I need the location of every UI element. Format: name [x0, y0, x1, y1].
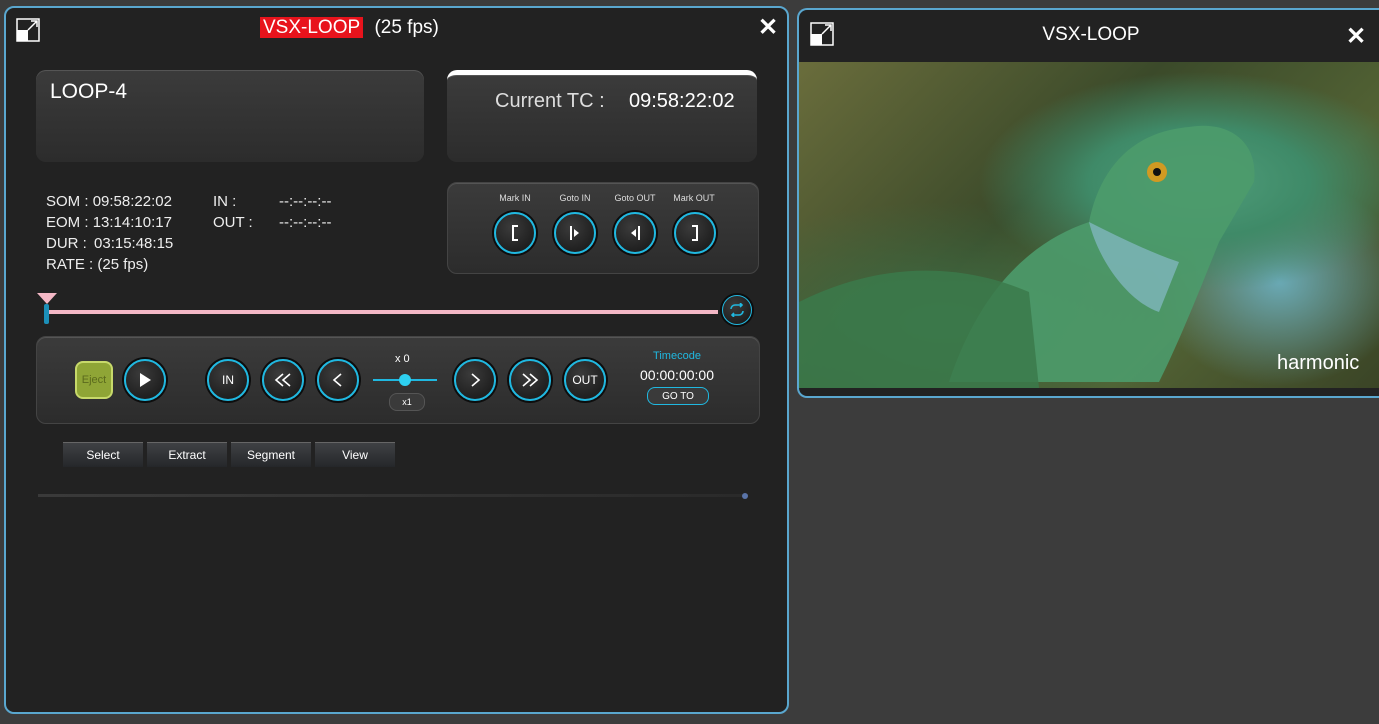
- goto-in-label: Goto IN: [559, 193, 591, 203]
- speed-reset-button[interactable]: x1: [389, 393, 425, 411]
- goto-in-icon: [570, 226, 579, 240]
- step-forward-icon: [471, 373, 481, 387]
- eom-label: EOM :: [46, 214, 89, 231]
- goto-out-point-button[interactable]: OUT: [564, 359, 606, 401]
- timecode-input[interactable]: 00:00:00:00: [627, 367, 727, 383]
- play-icon: [140, 373, 151, 387]
- goto-button[interactable]: GO TO: [647, 387, 709, 405]
- speed-label: x 0: [395, 353, 410, 365]
- in-out-labels: IN : OUT :: [213, 191, 253, 233]
- goto-out-button[interactable]: [614, 212, 656, 254]
- bracket-right-icon: [692, 225, 698, 241]
- in-label: IN :: [213, 193, 237, 210]
- video-frame: harmonic: [799, 62, 1379, 388]
- timecode-label: Timecode: [653, 350, 701, 362]
- current-tc-label: Current TC :: [495, 90, 605, 112]
- video-viewer-window: VSX-LOOP ✕ harmonic: [797, 8, 1379, 398]
- scroll-track[interactable]: [38, 494, 748, 497]
- tab-segment[interactable]: Segment: [231, 442, 311, 467]
- tab-view[interactable]: View: [315, 442, 395, 467]
- close-icon[interactable]: ✕: [1346, 25, 1366, 49]
- rate-label: RATE :: [46, 256, 94, 273]
- out-button-label: OUT: [572, 373, 598, 387]
- som-value: 09:58:22:02: [92, 193, 172, 210]
- dur-value: 03:15:48:15: [94, 235, 174, 252]
- dur-label: DUR :: [46, 235, 87, 252]
- mark-panel: Mark IN Goto IN Goto OUT Mark OUT: [447, 182, 759, 274]
- title-highlight: VSX-LOOP: [260, 17, 364, 38]
- out-value: --:--:--:--: [279, 214, 332, 231]
- clip-metadata: SOM : 09:58:22:02 EOM : 13:14:10:17 DUR …: [46, 191, 173, 275]
- tab-extract[interactable]: Extract: [147, 442, 227, 467]
- goto-out-label: Goto OUT: [614, 193, 656, 203]
- speed-slider-thumb[interactable]: [399, 374, 411, 386]
- in-button-label: IN: [222, 373, 234, 387]
- viewer-title: VSX-LOOP: [1042, 24, 1140, 45]
- in-value: --:--:--:--: [279, 193, 332, 210]
- mark-in-label: Mark IN: [499, 193, 531, 203]
- eject-button[interactable]: Eject: [75, 361, 113, 399]
- current-tc-card: Current TC : 09:58:22:02: [447, 70, 757, 162]
- playhead-marker[interactable]: [36, 292, 58, 326]
- play-button[interactable]: [124, 359, 166, 401]
- fast-rewind-button[interactable]: [262, 359, 304, 401]
- goto-out-icon: [631, 226, 640, 240]
- mark-in-button[interactable]: [494, 212, 536, 254]
- fast-forward-button[interactable]: [509, 359, 551, 401]
- out-label: OUT :: [213, 214, 253, 231]
- bracket-left-icon: [512, 225, 518, 241]
- eom-value: 13:14:10:17: [92, 214, 172, 231]
- tab-select[interactable]: Select: [63, 442, 143, 467]
- fast-rewind-icon: [274, 373, 291, 387]
- clip-name: LOOP-4: [50, 80, 128, 103]
- mark-out-label: Mark OUT: [673, 193, 715, 203]
- rate-value: (25 fps): [97, 256, 149, 273]
- loop-icon: [730, 303, 744, 317]
- step-forward-button[interactable]: [454, 359, 496, 401]
- close-icon[interactable]: ✕: [758, 16, 778, 40]
- mark-out-button[interactable]: [674, 212, 716, 254]
- fast-forward-icon: [522, 373, 539, 387]
- scroll-thumb[interactable]: [742, 493, 748, 499]
- title-fps: (25 fps): [374, 17, 439, 38]
- som-label: SOM :: [46, 193, 89, 210]
- clip-name-card: LOOP-4: [36, 70, 424, 162]
- transport-bar: Eject IN x 0 x1 OUT Timecode 00:00:00:00…: [36, 336, 760, 424]
- goto-in-point-button[interactable]: IN: [207, 359, 249, 401]
- transport-control-window: VSX-LOOP (25 fps) ✕ LOOP-4 Current TC : …: [4, 6, 789, 714]
- expand-icon[interactable]: [16, 18, 40, 42]
- step-back-button[interactable]: [317, 359, 359, 401]
- harmonic-watermark: harmonic: [1277, 352, 1360, 374]
- lizard-image: [799, 125, 1255, 388]
- in-out-values: --:--:--:-- --:--:--:--: [279, 191, 331, 233]
- loop-button[interactable]: [722, 295, 752, 325]
- current-tc-value: 09:58:22:02: [629, 90, 735, 112]
- step-back-icon: [332, 373, 342, 387]
- mode-tabs: Select Extract Segment View: [63, 442, 395, 467]
- goto-in-button[interactable]: [554, 212, 596, 254]
- timeline-track: [46, 310, 718, 314]
- window-title: VSX-LOOP (25 fps): [260, 17, 439, 39]
- timeline[interactable]: [36, 292, 756, 326]
